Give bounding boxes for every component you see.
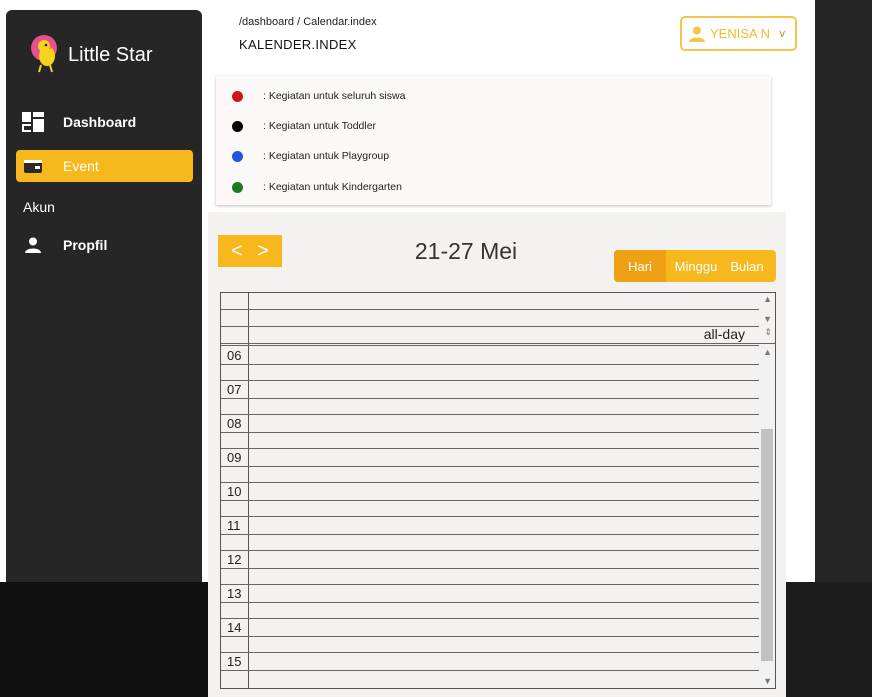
hour-label: 09 xyxy=(227,450,242,465)
grid-line xyxy=(221,670,759,671)
grid-line xyxy=(221,652,759,653)
legend-label: : Kegiatan untuk Toddler xyxy=(263,120,377,132)
brand-name: Little Star xyxy=(68,43,153,66)
sidebar-item-event[interactable]: Event xyxy=(16,150,193,182)
brand[interactable]: Little Star xyxy=(30,34,152,76)
legend-item: : Kegiatan untuk Playgroup xyxy=(232,150,389,162)
section-label-akun: Akun xyxy=(23,199,55,215)
legend-label: : Kegiatan untuk Playgroup xyxy=(263,150,390,162)
next-week-button[interactable]: > xyxy=(257,241,269,261)
breadcrumb[interactable]: /dashboard / Calendar.index xyxy=(239,16,377,28)
view-switch: Hari Minggu Bulan xyxy=(614,250,776,282)
allday-scroll-icon[interactable]: ⇕ xyxy=(764,328,772,337)
calendar-grid[interactable]: all-day ▲ ▼ ⇕ 06 07 08 09 10 11 12 13 14… xyxy=(220,292,776,689)
sidebar-item-profil[interactable]: Propfil xyxy=(16,229,193,261)
grid-line xyxy=(221,618,759,619)
sidebar-item-label: Propfil xyxy=(63,237,108,253)
scroll-up-icon[interactable]: ▲ xyxy=(763,295,772,304)
blue-dot-icon xyxy=(232,150,243,162)
scroll-up-icon[interactable]: ▲ xyxy=(763,348,772,357)
legend-item: : Kegiatan untuk Kindergarten xyxy=(232,181,402,193)
scroll-down-icon[interactable]: ▼ xyxy=(763,677,772,686)
user-menu-button[interactable]: YENISA N v xyxy=(680,16,797,51)
user-icon xyxy=(689,26,705,42)
grid-line xyxy=(221,568,759,569)
scrollbar-thumb[interactable] xyxy=(761,429,773,661)
backdrop-bottom-right xyxy=(786,582,872,697)
grid-line xyxy=(221,364,759,365)
sidebar-item-label: Dashboard xyxy=(63,114,137,130)
backdrop-bottom-left xyxy=(0,582,208,697)
legend-item: : Kegiatan untuk Toddler xyxy=(232,120,376,132)
grid-line xyxy=(221,345,775,346)
chevron-down-icon: v xyxy=(779,27,786,40)
grid-line xyxy=(221,602,759,603)
hour-label: 12 xyxy=(227,552,242,567)
legend-label: : Kegiatan untuk Kindergarten xyxy=(263,181,402,193)
grid-line xyxy=(221,448,759,449)
little-star-logo-icon xyxy=(30,34,62,76)
grid-line xyxy=(221,482,759,483)
red-dot-icon xyxy=(232,90,243,102)
time-column-divider xyxy=(248,293,249,688)
black-dot-icon xyxy=(232,120,243,132)
legend-label: : Kegiatan untuk seluruh siswa xyxy=(263,90,406,102)
dashboard-icon xyxy=(22,111,44,133)
page-title: KALENDER.INDEX xyxy=(239,37,357,52)
grid-line xyxy=(221,380,759,381)
sidebar-item-label: Event xyxy=(63,158,99,174)
hour-label: 14 xyxy=(227,620,242,635)
view-month-button[interactable]: Bulan xyxy=(726,250,768,282)
person-icon xyxy=(22,234,44,256)
grid-line xyxy=(221,326,759,327)
hour-label: 10 xyxy=(227,484,242,499)
grid-line xyxy=(221,398,759,399)
hour-label: 06 xyxy=(227,348,242,363)
hour-label: 08 xyxy=(227,416,242,431)
hour-label: 07 xyxy=(227,382,242,397)
grid-line xyxy=(221,432,759,433)
view-day-button[interactable]: Hari xyxy=(614,250,666,282)
calendar-nav: < > xyxy=(218,235,282,267)
green-dot-icon xyxy=(232,181,243,193)
sidebar-item-dashboard[interactable]: Dashboard xyxy=(16,106,193,138)
grid-line xyxy=(221,414,759,415)
legend-panel: : Kegiatan untuk seluruh siswa : Kegiata… xyxy=(216,76,771,205)
grid-line xyxy=(221,550,759,551)
hour-label: 11 xyxy=(227,518,241,533)
grid-line xyxy=(221,584,759,585)
allday-label: all-day xyxy=(703,326,745,342)
grid-scrollbar[interactable]: ▲ ▼ xyxy=(759,345,775,688)
hour-label: 13 xyxy=(227,586,242,601)
grid-line xyxy=(221,309,759,310)
view-week-button[interactable]: Minggu xyxy=(666,250,726,282)
hour-label: 15 xyxy=(227,654,242,669)
calendar-title: 21-27 Mei xyxy=(414,238,518,264)
grid-line xyxy=(221,636,759,637)
grid-line xyxy=(221,500,759,501)
legend-item: : Kegiatan untuk seluruh siswa xyxy=(232,90,405,102)
grid-line xyxy=(221,466,759,467)
grid-line xyxy=(221,534,759,535)
wallet-icon xyxy=(22,155,44,177)
header-scrollbar[interactable]: ▲ ▼ xyxy=(759,293,775,327)
grid-line xyxy=(221,343,775,344)
prev-week-button[interactable]: < xyxy=(231,241,243,261)
user-name: YENISA N xyxy=(710,26,770,41)
scroll-down-icon[interactable]: ▼ xyxy=(763,315,772,324)
grid-line xyxy=(221,516,759,517)
